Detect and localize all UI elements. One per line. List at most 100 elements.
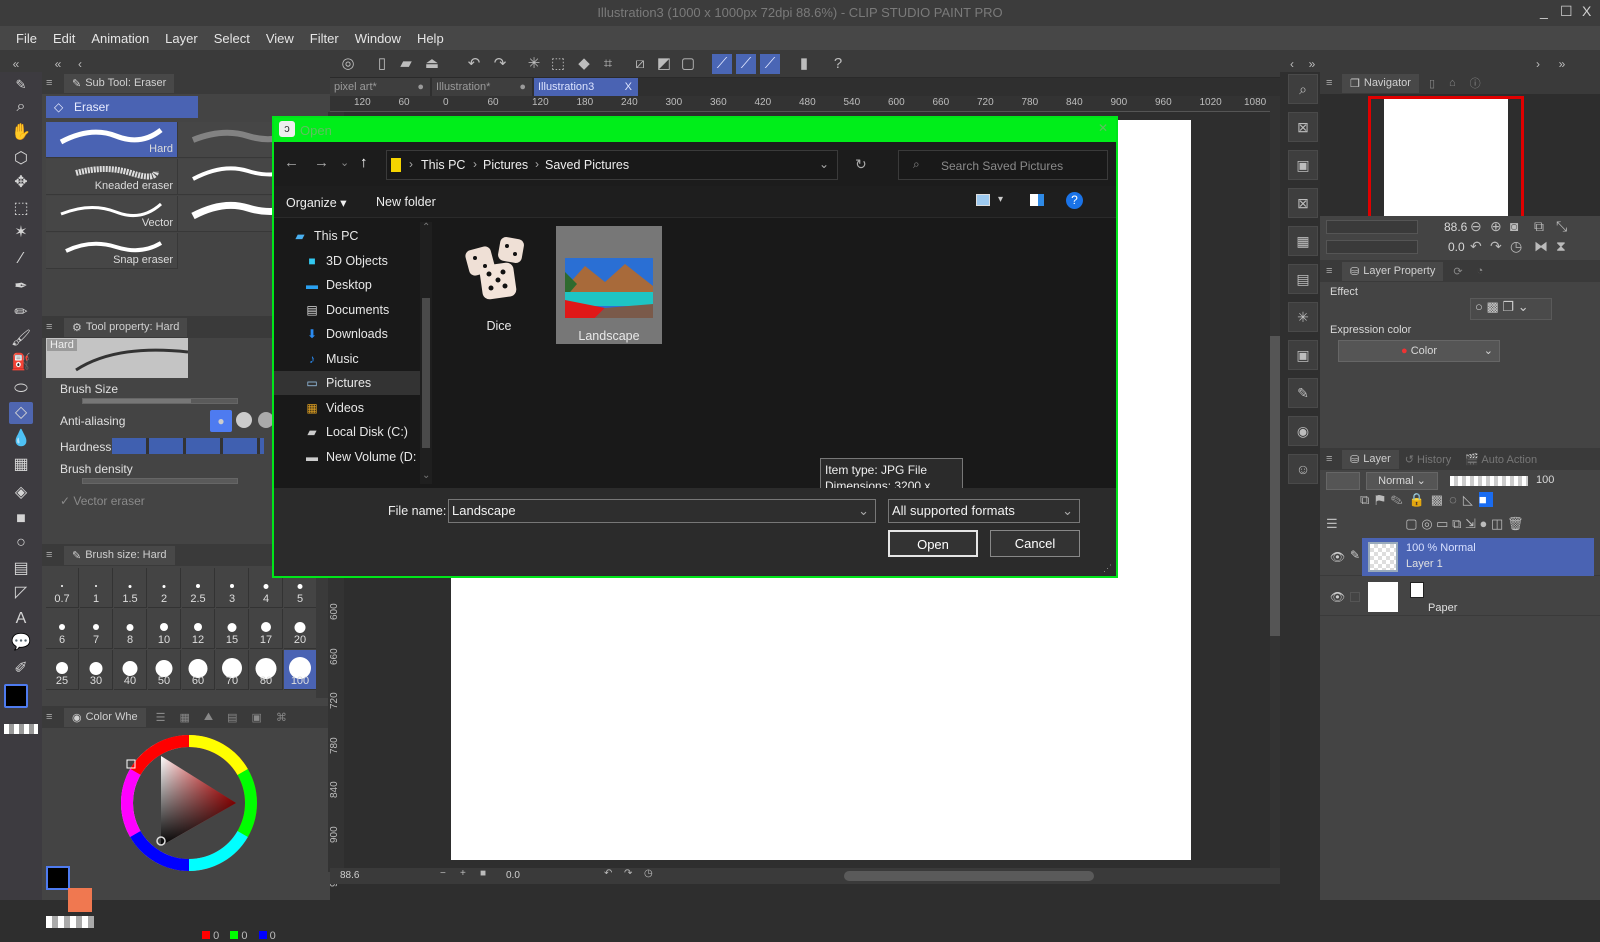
brush-size-cell[interactable]: 60: [182, 650, 215, 690]
correct-line-tool-icon[interactable]: ✐: [9, 658, 33, 680]
chevron-left-icon[interactable]: ‹: [1282, 54, 1302, 74]
material-folder-icon[interactable]: ▤: [1288, 264, 1318, 294]
pencil-tool-icon[interactable]: ✏: [9, 302, 33, 324]
brush-size-cell[interactable]: 2: [148, 568, 181, 608]
eraser-tool-icon[interactable]: ◇: [9, 402, 33, 424]
scroll-down-icon[interactable]: ⌄: [422, 470, 430, 481]
delete-layer-icon[interactable]: 🗑: [1507, 516, 1524, 531]
file-item-landscape[interactable]: Landscape: [556, 226, 662, 344]
zoom-in-icon[interactable]: +: [460, 868, 466, 879]
reference-icon[interactable]: ⚑: [1375, 492, 1390, 507]
pen-icon[interactable]: ✎: [9, 74, 33, 96]
companion-mode-icon[interactable]: ▮: [794, 54, 814, 74]
menu-view[interactable]: View: [258, 31, 302, 46]
reset-rotation-icon[interactable]: ◷: [644, 868, 653, 879]
blend-tool-icon[interactable]: 💧: [9, 428, 33, 450]
rotate-left-icon[interactable]: ↶: [1470, 238, 1482, 255]
material-folder-icon[interactable]: ◉: [1288, 416, 1318, 446]
nav-item-desktop[interactable]: ▬ Desktop: [274, 273, 420, 297]
zoom-in-icon[interactable]: ⊕: [1490, 218, 1502, 235]
ruler-tool-icon[interactable]: ◸: [9, 582, 33, 604]
layer-check-box[interactable]: [1350, 592, 1360, 602]
layer-row[interactable]: 👁 Paper: [1320, 578, 1600, 616]
main-color-chip[interactable]: [46, 866, 70, 890]
up-arrow-icon[interactable]: ↑: [360, 154, 368, 171]
frame-tool-icon[interactable]: ▤: [9, 558, 33, 580]
transparent-color-swatch[interactable]: [4, 724, 38, 734]
color-wheel-tab[interactable]: Color Whe: [86, 711, 138, 723]
draft-icon[interactable]: ✎: [1391, 492, 1409, 507]
intermediate-color-tab-icon[interactable]: ⛰: [204, 711, 213, 724]
zoom-tool-icon[interactable]: ⌕: [9, 96, 33, 118]
balloon-tool-icon[interactable]: 💬: [9, 632, 33, 654]
grid-tool-icon[interactable]: ▦: [9, 454, 33, 476]
chevron-right-icon[interactable]: ›: [1528, 54, 1548, 74]
layer-property-tab[interactable]: Layer Property: [1363, 265, 1435, 277]
maximize-button[interactable]: ☐: [1560, 3, 1573, 20]
brush-size-cell[interactable]: 3: [216, 568, 249, 608]
tab-illustration[interactable]: Illustration* ●: [432, 78, 532, 96]
organize-button[interactable]: Organize ▾: [286, 195, 346, 210]
menu-icon[interactable]: ≡: [46, 711, 52, 723]
gradient-tool-icon[interactable]: ■: [9, 508, 33, 530]
fit-icon[interactable]: ■: [480, 868, 486, 879]
new-folder-icon[interactable]: ▭: [1436, 516, 1448, 531]
menu-help[interactable]: Help: [409, 31, 452, 46]
material-folder-icon[interactable]: ✎: [1288, 378, 1318, 408]
fill-tool-icon[interactable]: ◈: [9, 482, 33, 504]
layer-color-icon[interactable]: ❐: [1502, 299, 1514, 314]
brush-size-cell[interactable]: 20: [284, 609, 316, 649]
anti-aliasing-none-option[interactable]: ●: [210, 410, 232, 432]
checkmark-icon[interactable]: ✓: [60, 494, 70, 508]
help-icon[interactable]: ?: [828, 54, 848, 74]
blend-mode-select[interactable]: Normal ⌄: [1366, 472, 1438, 490]
tone-effect-icon[interactable]: ▩: [1486, 299, 1498, 314]
hardness-slider[interactable]: [112, 438, 264, 454]
invert-selection-icon[interactable]: ◩: [654, 54, 674, 74]
file-type-select[interactable]: All supported formats ⌄: [888, 499, 1080, 523]
actual-size-icon[interactable]: ⤡: [1556, 218, 1567, 235]
brush-tool-icon[interactable]: 🖌: [9, 328, 33, 350]
info-tab-icon[interactable]: ⓘ: [1470, 75, 1481, 91]
brush-size-cell[interactable]: 6: [46, 609, 79, 649]
eye-icon[interactable]: 👁: [1330, 550, 1345, 564]
breadcrumb-pictures[interactable]: Pictures: [483, 158, 528, 172]
sub-color-chip[interactable]: [68, 888, 92, 912]
navigator-tab[interactable]: Navigator: [1364, 77, 1411, 89]
nav-item-videos[interactable]: ▦ Videos: [274, 396, 420, 420]
chevron-down-icon[interactable]: ⌄: [1518, 299, 1529, 314]
menu-filter[interactable]: Filter: [302, 31, 347, 46]
brush-size-cell[interactable]: 1.5: [114, 568, 147, 608]
decoration-tool-icon[interactable]: ⬭: [9, 378, 33, 400]
subtool-group-eraser[interactable]: ◇ Eraser: [46, 96, 198, 118]
change-view-icon[interactable]: [976, 194, 990, 206]
file-item-dice[interactable]: Dice: [446, 226, 552, 344]
brush-size-slider[interactable]: [82, 398, 238, 404]
rotation-slider[interactable]: [1326, 240, 1418, 254]
fit-to-window-icon[interactable]: ⧉: [1534, 218, 1544, 235]
merge-down-icon[interactable]: ⇲: [1465, 516, 1476, 531]
open-button[interactable]: Open: [888, 530, 978, 557]
main-color-swatch[interactable]: [4, 684, 28, 708]
scroll-up-icon[interactable]: ⌃: [422, 222, 430, 233]
collapse-left-icon[interactable]: «: [6, 54, 26, 74]
close-window-button[interactable]: X: [1582, 3, 1591, 19]
brush-size-cell[interactable]: 40: [114, 650, 147, 690]
color-history-tab-icon[interactable]: ▣: [252, 711, 262, 724]
subview-tab-icon[interactable]: ▯: [1429, 77, 1435, 90]
material-folder-icon[interactable]: ▣: [1288, 150, 1318, 180]
file-name-input[interactable]: Landscape ⌄: [448, 499, 876, 523]
menu-window[interactable]: Window: [347, 31, 409, 46]
layer-tab[interactable]: Layer: [1363, 453, 1391, 465]
open-file-icon[interactable]: ▰: [396, 54, 416, 74]
brush-size-cell[interactable]: 1: [80, 568, 113, 608]
brush-hard[interactable]: Hard: [46, 122, 178, 158]
breadcrumb-this-pc[interactable]: This PC: [421, 158, 465, 172]
snap-grid-icon[interactable]: ⟋: [760, 54, 780, 74]
breadcrumb-saved-pictures[interactable]: Saved Pictures: [545, 158, 629, 172]
clip-icon[interactable]: ⧉: [1360, 492, 1375, 507]
transform-icon[interactable]: ⌗: [598, 54, 618, 74]
nav-item-documents[interactable]: ▤ Documents: [274, 298, 420, 322]
brush-vector[interactable]: Vector: [46, 196, 178, 232]
material-folder-icon[interactable]: ⊠: [1288, 112, 1318, 142]
